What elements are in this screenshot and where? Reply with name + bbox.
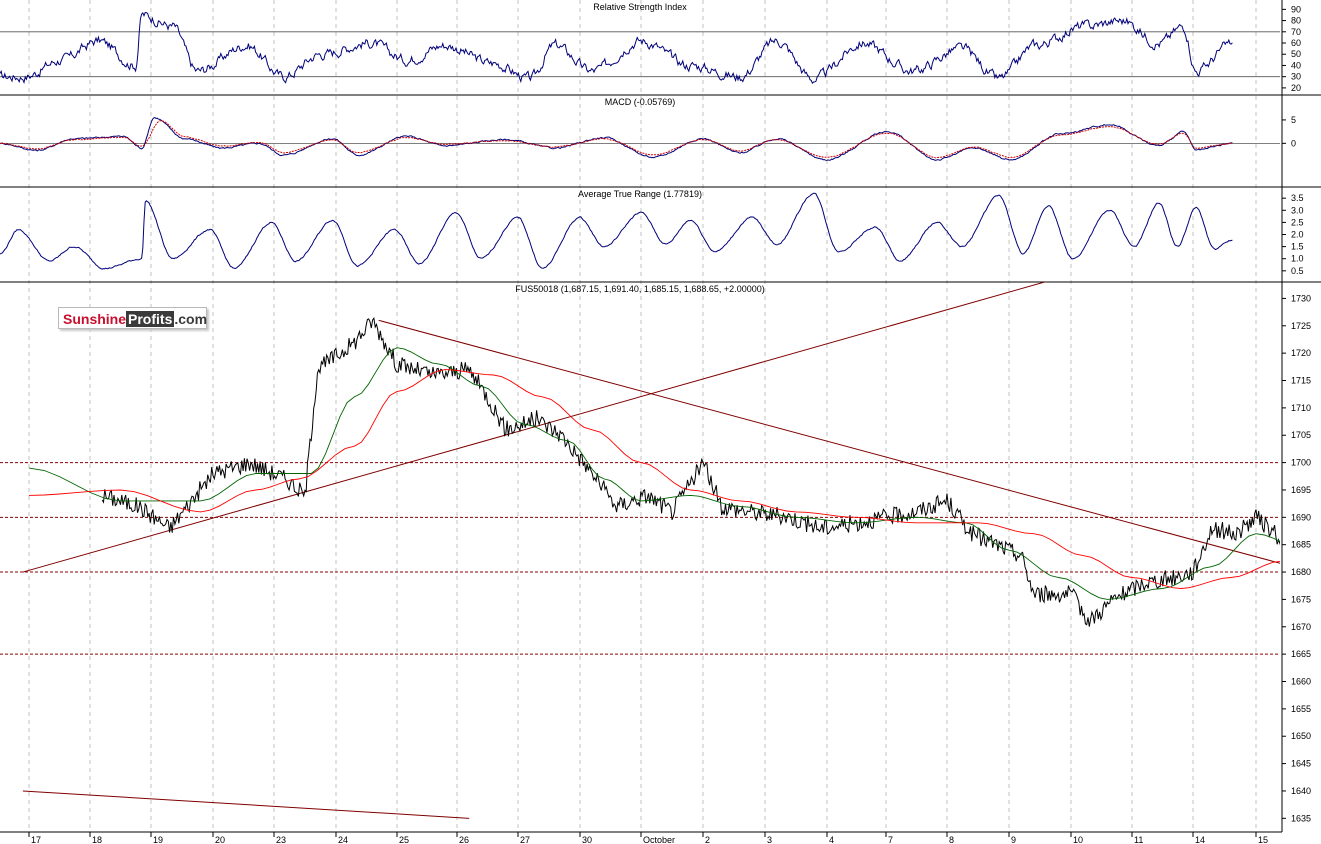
x-tick-label: 7 xyxy=(888,835,893,844)
x-tick-label: 10 xyxy=(1073,835,1083,844)
y-tick-label: 20 xyxy=(1291,83,1301,93)
moving-average-line-2 xyxy=(28,369,1280,589)
price-series-line xyxy=(101,316,1280,627)
y-tick-label: 1635 xyxy=(1291,813,1311,823)
x-tick-label: 19 xyxy=(153,835,163,844)
y-tick-label: 30 xyxy=(1291,72,1301,82)
plot-area xyxy=(0,11,1233,84)
x-tick-label: 18 xyxy=(92,835,102,844)
panel-title: Relative Strength Index xyxy=(593,2,687,12)
x-tick-label: 8 xyxy=(949,835,954,844)
panel-title: MACD (-0.05769) xyxy=(605,97,676,107)
chart-canvas: Relative Strength Index 9080706050403020M… xyxy=(0,0,1321,844)
x-tick-label: 14 xyxy=(1195,835,1205,844)
series-line-0 xyxy=(0,11,1233,84)
panel-2: Average True Range (1.77819) 3.5 3.0 2.5 2.0… xyxy=(0,189,1321,283)
y-tick-label: 1700 xyxy=(1291,458,1311,468)
y-tick-label: 1725 xyxy=(1291,321,1311,331)
y-tick-label: 1685 xyxy=(1291,540,1311,550)
y-tick-label: 1710 xyxy=(1291,403,1311,413)
x-tick-label: 9 xyxy=(1011,835,1016,844)
y-tick-label: 1655 xyxy=(1291,704,1311,714)
series-line-0 xyxy=(0,192,1233,270)
y-tick-label: 3.0 xyxy=(1291,205,1304,215)
y-tick-label: 2.5 xyxy=(1291,217,1304,227)
y-tick-label: 1665 xyxy=(1291,649,1311,659)
y-tick-label: 1640 xyxy=(1291,786,1311,796)
x-tick-label: 17 xyxy=(31,835,41,844)
y-tick-label: 50 xyxy=(1291,49,1301,59)
y-tick-label: 1.5 xyxy=(1291,242,1304,252)
panel-0: Relative Strength Index 90 8070605040 3020 xyxy=(0,2,1321,96)
vertical-gridlines xyxy=(28,0,1257,832)
x-tick-label: 27 xyxy=(520,835,530,844)
y-tick-label: 1695 xyxy=(1291,485,1311,495)
x-tick-label: 3 xyxy=(767,835,772,844)
y-tick-label: 80 xyxy=(1291,16,1301,26)
x-tick-label: 11 xyxy=(1134,835,1143,844)
y-tick-label: 1645 xyxy=(1291,759,1311,769)
panel-1: MACD (-0.05769) 5 0 xyxy=(0,97,1321,188)
x-tick-label: 25 xyxy=(399,835,409,844)
y-tick-label: 2.0 xyxy=(1291,230,1304,240)
y-tick-label: 60 xyxy=(1291,38,1301,48)
y-tick-label: 1720 xyxy=(1291,348,1311,358)
y-tick-label: 5 xyxy=(1291,115,1296,125)
y-tick-label: 1690 xyxy=(1291,512,1311,522)
x-tick-label: 15 xyxy=(1258,835,1268,844)
y-tick-label: 1715 xyxy=(1291,376,1311,386)
y-tick-label: 1680 xyxy=(1291,567,1311,577)
plot-area xyxy=(22,282,1280,819)
y-tick-label: 0 xyxy=(1291,138,1296,148)
x-tick-label: 4 xyxy=(829,835,834,844)
y-tick-label: 1650 xyxy=(1291,731,1311,741)
x-tick-label: 30 xyxy=(582,835,592,844)
plot-area xyxy=(0,192,1233,270)
y-tick-label: 3.5 xyxy=(1291,193,1304,203)
plot-area xyxy=(0,117,1233,161)
x-tick-label: 26 xyxy=(459,835,469,844)
moving-average-line-1 xyxy=(28,347,1280,600)
panel-title: FUS50018 (1,687.15, 1,691.40, 1,685.15, … xyxy=(515,284,764,294)
y-tick-label: 40 xyxy=(1291,60,1301,70)
x-tick-label: 23 xyxy=(276,835,286,844)
x-tick-label: 2 xyxy=(705,835,710,844)
sunshineprofits-logo: Sunshine Profits .com xyxy=(58,307,207,329)
y-tick-label: 1660 xyxy=(1291,677,1311,687)
y-tick-label: 1675 xyxy=(1291,594,1311,604)
y-tick-label: 70 xyxy=(1291,27,1301,37)
trendline-2 xyxy=(22,790,470,819)
panel-3: FUS50018 (1,687.15, 1,691.40, 1,685.15, … xyxy=(0,282,1311,844)
y-tick-label: 90 xyxy=(1291,4,1301,14)
x-tick-label: 20 xyxy=(215,835,225,844)
y-tick-label: 1705 xyxy=(1291,430,1311,440)
axis-column xyxy=(1282,0,1321,844)
y-tick-label: 1730 xyxy=(1291,293,1311,303)
y-tick-label: 0.5 xyxy=(1291,266,1304,276)
y-tick-label: 1670 xyxy=(1291,622,1311,632)
panel-title: Average True Range (1.77819) xyxy=(578,189,702,199)
y-tick-label: 1.0 xyxy=(1291,254,1304,264)
x-tick-label: 24 xyxy=(338,835,348,844)
x-tick-label: October xyxy=(643,835,675,844)
